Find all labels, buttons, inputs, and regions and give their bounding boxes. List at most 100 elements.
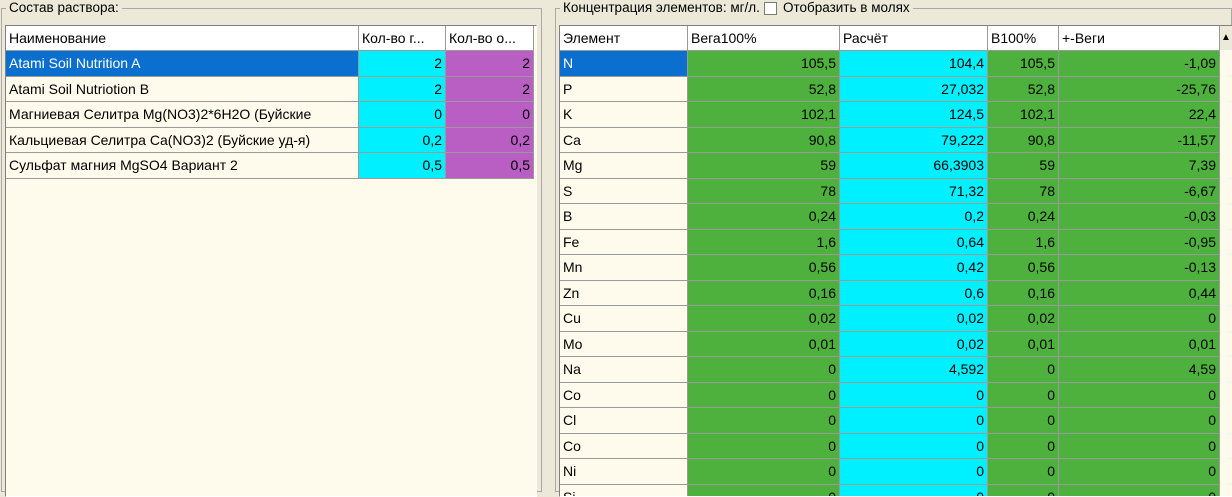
calc-cell[interactable]: 79,222 — [840, 128, 988, 154]
element-cell[interactable]: Zn — [560, 281, 688, 307]
vega-diff-cell[interactable]: 4,59 — [1059, 357, 1220, 383]
b100-cell[interactable]: 0 — [988, 459, 1059, 485]
col-header-qty-g[interactable]: Кол-во г... — [359, 26, 446, 51]
concentration-row[interactable]: P52,827,03252,8-25,76 — [560, 77, 1220, 103]
composition-row[interactable]: Atami Soil Nutrition A22 — [6, 51, 534, 77]
calc-cell[interactable]: 0,64 — [840, 230, 988, 256]
vega-diff-cell[interactable]: 22,4 — [1059, 102, 1220, 128]
b100-cell[interactable]: 0,16 — [988, 281, 1059, 307]
vega-diff-cell[interactable]: 0 — [1059, 383, 1220, 409]
b100-cell[interactable]: 0 — [988, 408, 1059, 434]
element-cell[interactable]: Cl — [560, 408, 688, 434]
panel-splitter[interactable] — [544, 0, 546, 492]
b100-cell[interactable]: 0,02 — [988, 306, 1059, 332]
composition-qty-o-cell[interactable]: 0,5 — [446, 153, 534, 179]
concentration-row[interactable]: Ni0000 — [560, 459, 1220, 485]
concentration-row[interactable]: K102,1124,5102,122,4 — [560, 102, 1220, 128]
composition-qty-g-cell[interactable]: 2 — [359, 77, 446, 103]
element-cell[interactable]: S — [560, 179, 688, 205]
composition-grid[interactable]: Наименование Кол-во г... Кол-во о... Ata… — [5, 25, 537, 497]
b100-cell[interactable]: 0,56 — [988, 255, 1059, 281]
vega100-cell[interactable]: 90,8 — [688, 128, 840, 154]
b100-cell[interactable]: 59 — [988, 153, 1059, 179]
vega100-cell[interactable]: 105,5 — [688, 51, 840, 77]
calc-cell[interactable]: 0 — [840, 408, 988, 434]
composition-qty-g-cell[interactable]: 0,5 — [359, 153, 446, 179]
show-in-moles-label[interactable]: Отобразить в молях — [783, 0, 910, 16]
element-cell[interactable]: K — [560, 102, 688, 128]
calc-cell[interactable]: 104,4 — [840, 51, 988, 77]
vega-diff-cell[interactable]: 7,39 — [1059, 153, 1220, 179]
calc-cell[interactable]: 124,5 — [840, 102, 988, 128]
vega100-cell[interactable]: 0 — [688, 408, 840, 434]
b100-cell[interactable]: 102,1 — [988, 102, 1059, 128]
vega100-cell[interactable]: 0,02 — [688, 306, 840, 332]
vega100-cell[interactable]: 0 — [688, 485, 840, 497]
element-cell[interactable]: P — [560, 77, 688, 103]
composition-qty-o-cell[interactable]: 2 — [446, 51, 534, 77]
composition-name-cell[interactable]: Сульфат магния MgSO4 Вариант 2 — [6, 153, 359, 179]
concentration-row[interactable]: Mn0,560,420,56-0,13 — [560, 255, 1220, 281]
b100-cell[interactable]: 1,6 — [988, 230, 1059, 256]
concentration-row[interactable]: B0,240,20,24-0,03 — [560, 204, 1220, 230]
concentration-row[interactable]: Fe1,60,641,6-0,95 — [560, 230, 1220, 256]
vega100-cell[interactable]: 78 — [688, 179, 840, 205]
element-cell[interactable]: Na — [560, 357, 688, 383]
vega100-cell[interactable]: 1,6 — [688, 230, 840, 256]
composition-qty-g-cell[interactable]: 2 — [359, 51, 446, 77]
concentration-row[interactable]: Co0000 — [560, 434, 1220, 460]
vega100-cell[interactable]: 0 — [688, 383, 840, 409]
calc-cell[interactable]: 0,6 — [840, 281, 988, 307]
vega100-cell[interactable]: 59 — [688, 153, 840, 179]
vega-diff-cell[interactable]: 0,44 — [1059, 281, 1220, 307]
col-header-element[interactable]: Элемент — [560, 26, 688, 51]
element-cell[interactable]: Ni — [560, 459, 688, 485]
concentration-grid[interactable]: Элемент Вега100% Расчёт В100% +-Веги ▲ N… — [559, 25, 1232, 497]
col-header-qty-o[interactable]: Кол-во о... — [446, 26, 534, 51]
b100-cell[interactable]: 0 — [988, 434, 1059, 460]
b100-cell[interactable]: 0,01 — [988, 332, 1059, 358]
composition-row[interactable]: Кальциевая Селитра Ca(NO3)2 (Буйские уд-… — [6, 128, 534, 154]
concentration-row[interactable]: Na04,59204,59 — [560, 357, 1220, 383]
concentration-row[interactable]: Cl0000 — [560, 408, 1220, 434]
col-header-calc[interactable]: Расчёт — [840, 26, 988, 51]
col-header-b100[interactable]: В100% — [988, 26, 1059, 51]
concentration-row[interactable]: Mg5966,3903597,39 — [560, 153, 1220, 179]
vega100-cell[interactable]: 0,01 — [688, 332, 840, 358]
composition-name-cell[interactable]: Кальциевая Селитра Ca(NO3)2 (Буйские уд-… — [6, 128, 359, 154]
vega100-cell[interactable]: 0,56 — [688, 255, 840, 281]
vega100-cell[interactable]: 0 — [688, 434, 840, 460]
vega-diff-cell[interactable]: -25,76 — [1059, 77, 1220, 103]
composition-qty-g-cell[interactable]: 0 — [359, 102, 446, 128]
element-cell[interactable]: Ca — [560, 128, 688, 154]
b100-cell[interactable]: 78 — [988, 179, 1059, 205]
vega-diff-cell[interactable]: 0 — [1059, 408, 1220, 434]
vega100-cell[interactable]: 52,8 — [688, 77, 840, 103]
vega-diff-cell[interactable]: 0,01 — [1059, 332, 1220, 358]
composition-qty-o-cell[interactable]: 0,2 — [446, 128, 534, 154]
calc-cell[interactable]: 71,32 — [840, 179, 988, 205]
vega100-cell[interactable]: 0 — [688, 357, 840, 383]
show-in-moles-checkbox[interactable] — [764, 2, 777, 15]
composition-name-cell[interactable]: Atami Soil Nutriotion B — [6, 77, 359, 103]
element-cell[interactable]: Mo — [560, 332, 688, 358]
b100-cell[interactable]: 0 — [988, 485, 1059, 497]
vega100-cell[interactable]: 0,16 — [688, 281, 840, 307]
composition-qty-o-cell[interactable]: 2 — [446, 77, 534, 103]
calc-cell[interactable]: 27,032 — [840, 77, 988, 103]
composition-row[interactable]: Сульфат магния MgSO4 Вариант 20,50,5 — [6, 153, 534, 179]
b100-cell[interactable]: 0 — [988, 383, 1059, 409]
vega-diff-cell[interactable]: 0 — [1059, 434, 1220, 460]
calc-cell[interactable]: 0,02 — [840, 332, 988, 358]
element-cell[interactable]: Mn — [560, 255, 688, 281]
concentration-row[interactable]: Zn0,160,60,160,44 — [560, 281, 1220, 307]
concentration-row[interactable]: Ca90,879,22290,8-11,57 — [560, 128, 1220, 154]
element-cell[interactable]: Si — [560, 485, 688, 497]
b100-cell[interactable]: 90,8 — [988, 128, 1059, 154]
vega-diff-cell[interactable]: -0,95 — [1059, 230, 1220, 256]
element-cell[interactable]: Co — [560, 434, 688, 460]
element-cell[interactable]: B — [560, 204, 688, 230]
calc-cell[interactable]: 0 — [840, 383, 988, 409]
composition-qty-g-cell[interactable]: 0,2 — [359, 128, 446, 154]
b100-cell[interactable]: 52,8 — [988, 77, 1059, 103]
